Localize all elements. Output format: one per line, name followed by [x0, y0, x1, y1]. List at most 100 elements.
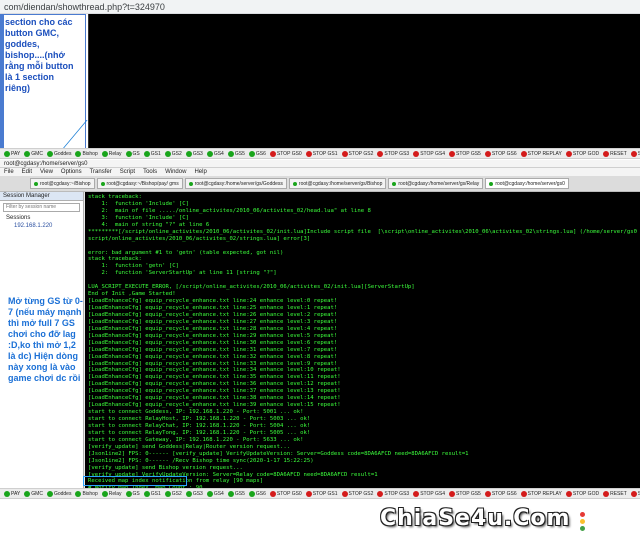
button-label: GMC	[31, 150, 43, 157]
session-tab-5[interactable]: root@cgdasy:/home/server/gs0	[485, 178, 569, 189]
top-button-4[interactable]: Relay	[101, 149, 123, 158]
top-button-1[interactable]: GMC	[23, 149, 44, 158]
bottom-button-7[interactable]: GS2	[164, 489, 183, 498]
top-button-17[interactable]: STOP GS5	[448, 149, 482, 158]
top-button-7[interactable]: GS2	[164, 149, 183, 158]
status-dot-icon	[269, 150, 276, 157]
terminal-line: start to connect Goddess, IP: 192.168.1.…	[88, 409, 304, 416]
bottom-button-18[interactable]: STOP GS6	[484, 489, 518, 498]
button-label: Goddes	[53, 490, 72, 497]
bottom-button-4[interactable]: Relay	[101, 489, 123, 498]
status-dot-icon	[565, 490, 572, 497]
top-button-19[interactable]: STOP REPLAY	[520, 149, 563, 158]
bottom-button-6[interactable]: GS1	[143, 489, 162, 498]
tab-label: root@cgdasy:~/Bishop/pay/ gms	[106, 180, 179, 187]
menu-item-file[interactable]: File	[4, 168, 14, 176]
session-tab-4[interactable]: root@cgdasy:/home/server/gs/Relay	[388, 178, 484, 189]
bottom-button-19[interactable]: STOP REPLAY	[520, 489, 563, 498]
bottom-button-5[interactable]: GS	[125, 489, 141, 498]
button-label: STOP GS1	[312, 490, 338, 497]
status-dot-icon	[413, 150, 420, 157]
terminal-line: error: bad argument #1 to 'getn' (table …	[88, 249, 284, 256]
bottom-button-11[interactable]: GS6	[248, 489, 267, 498]
terminal-line: start to connect RelayHost, IP: 192.168.…	[88, 416, 311, 422]
status-dot-icon	[630, 150, 637, 157]
button-label: PAY	[11, 150, 21, 157]
annotation-left: Mở từng GS từ 0-7 (nếu máy mạnh thì mở f…	[8, 296, 84, 384]
terminal-line: stack traceback:	[88, 194, 142, 200]
top-button-9[interactable]: GS4	[206, 149, 225, 158]
top-button-12[interactable]: STOP GS0	[269, 149, 303, 158]
terminal-line: [LoadEnhanceCfg] equip_recycle_enhance.t…	[88, 353, 338, 360]
bottom-button-17[interactable]: STOP GS5	[448, 489, 482, 498]
top-button-5[interactable]: GS	[125, 149, 141, 158]
button-label: GS1	[150, 490, 161, 497]
top-button-20[interactable]: STOP GOD	[565, 149, 600, 158]
top-button-14[interactable]: STOP GS2	[341, 149, 375, 158]
menu-item-edit[interactable]: Edit	[22, 168, 32, 176]
bottom-button-2[interactable]: Goddes	[46, 489, 73, 498]
bottom-button-9[interactable]: GS4	[206, 489, 225, 498]
top-button-11[interactable]: GS6	[248, 149, 267, 158]
menu-item-script[interactable]: Script	[120, 168, 135, 176]
button-label: STOP GS5	[456, 490, 481, 497]
menu-item-tools[interactable]: Tools	[143, 168, 157, 176]
top-button-10[interactable]: GS5	[227, 149, 246, 158]
status-dot-icon	[101, 490, 108, 497]
main-terminal[interactable]: stack traceback: 1: function 'Include' […	[85, 192, 640, 488]
bottom-button-21[interactable]: RESET	[602, 489, 628, 498]
top-button-22[interactable]: SHUTDOWN	[630, 149, 640, 158]
menu-item-transfer[interactable]: Transfer	[90, 168, 112, 176]
top-button-15[interactable]: STOP GS3	[376, 149, 410, 158]
bottom-button-14[interactable]: STOP GS2	[341, 489, 375, 498]
menu-item-view[interactable]: View	[40, 168, 53, 176]
session-tab-1[interactable]: root@cgdasy:~/Bishop/pay/ gms	[96, 178, 183, 189]
session-folder[interactable]: Sessions	[0, 214, 83, 222]
top-button-21[interactable]: RESET	[602, 149, 628, 158]
highlight-box	[83, 476, 187, 486]
bottom-button-3[interactable]: Bishop	[74, 489, 98, 498]
menu-item-options[interactable]: Options	[61, 168, 82, 176]
button-label: GS5	[234, 150, 245, 157]
bottom-button-1[interactable]: GMC	[23, 489, 44, 498]
bottom-button-13[interactable]: STOP GS1	[305, 489, 339, 498]
top-button-13[interactable]: STOP GS1	[305, 149, 339, 158]
bottom-button-8[interactable]: GS3	[185, 489, 204, 498]
bottom-button-10[interactable]: GS5	[227, 489, 246, 498]
bottom-button-16[interactable]: STOP GS4	[412, 489, 446, 498]
top-button-2[interactable]: Goddes	[46, 149, 73, 158]
menu-item-window[interactable]: Window	[165, 168, 186, 176]
session-tab-0[interactable]: root@cgdasy:~/Bishop	[30, 178, 95, 189]
status-dot-icon	[206, 490, 213, 497]
session-host[interactable]: 192.168.1.220	[0, 222, 83, 230]
top-button-18[interactable]: STOP GS6	[484, 149, 518, 158]
top-button-0[interactable]: PAY	[3, 149, 21, 158]
bottom-button-15[interactable]: STOP GS3	[376, 489, 410, 498]
session-tab-2[interactable]: root@cgdasy:/home/server/gs/Goddess	[184, 178, 287, 189]
status-dot-icon	[101, 150, 108, 157]
terminal-line: LUA_SCRIPT_EXECUTE_ERROR, [/script/onlin…	[88, 284, 415, 291]
bottom-button-0[interactable]: PAY	[3, 489, 21, 498]
bottom-button-22[interactable]: SHUTDOWN	[630, 489, 640, 498]
top-button-16[interactable]: STOP GS4	[412, 149, 446, 158]
session-tab-3[interactable]: root@cgdasy:/home/server/gs/Bishop	[288, 178, 387, 189]
terminal-line: [LoadEnhanceCfg] equip_recycle_enhance.t…	[88, 339, 338, 346]
button-label: Bishop	[82, 150, 98, 157]
bottom-button-12[interactable]: STOP GS0	[269, 489, 303, 498]
top-button-6[interactable]: GS1	[143, 149, 162, 158]
top-button-3[interactable]: Bishop	[74, 149, 98, 158]
address-bar[interactable]: com/diendan/showthread.php?t=324970	[0, 0, 640, 14]
status-dot-icon	[449, 150, 456, 157]
top-button-8[interactable]: GS3	[185, 149, 204, 158]
top-terminal[interactable]	[88, 14, 640, 148]
terminal-line: [LoadEnhanceCfg] equip_recycle_enhance.t…	[88, 381, 341, 388]
menu-item-help[interactable]: Help	[194, 168, 206, 176]
status-dot-icon	[185, 150, 192, 157]
status-dot-icon	[565, 150, 572, 157]
bottom-button-20[interactable]: STOP GOD	[565, 489, 600, 498]
status-dot-icon	[248, 490, 255, 497]
status-dot-icon	[341, 490, 348, 497]
watermark-logo: ChiaSe4u.Com	[380, 506, 571, 531]
terminal-line: [LoadEnhanceCfg] equip_recycle_enhance.t…	[88, 305, 338, 311]
session-filter-input[interactable]: Filter by session name	[3, 203, 80, 212]
